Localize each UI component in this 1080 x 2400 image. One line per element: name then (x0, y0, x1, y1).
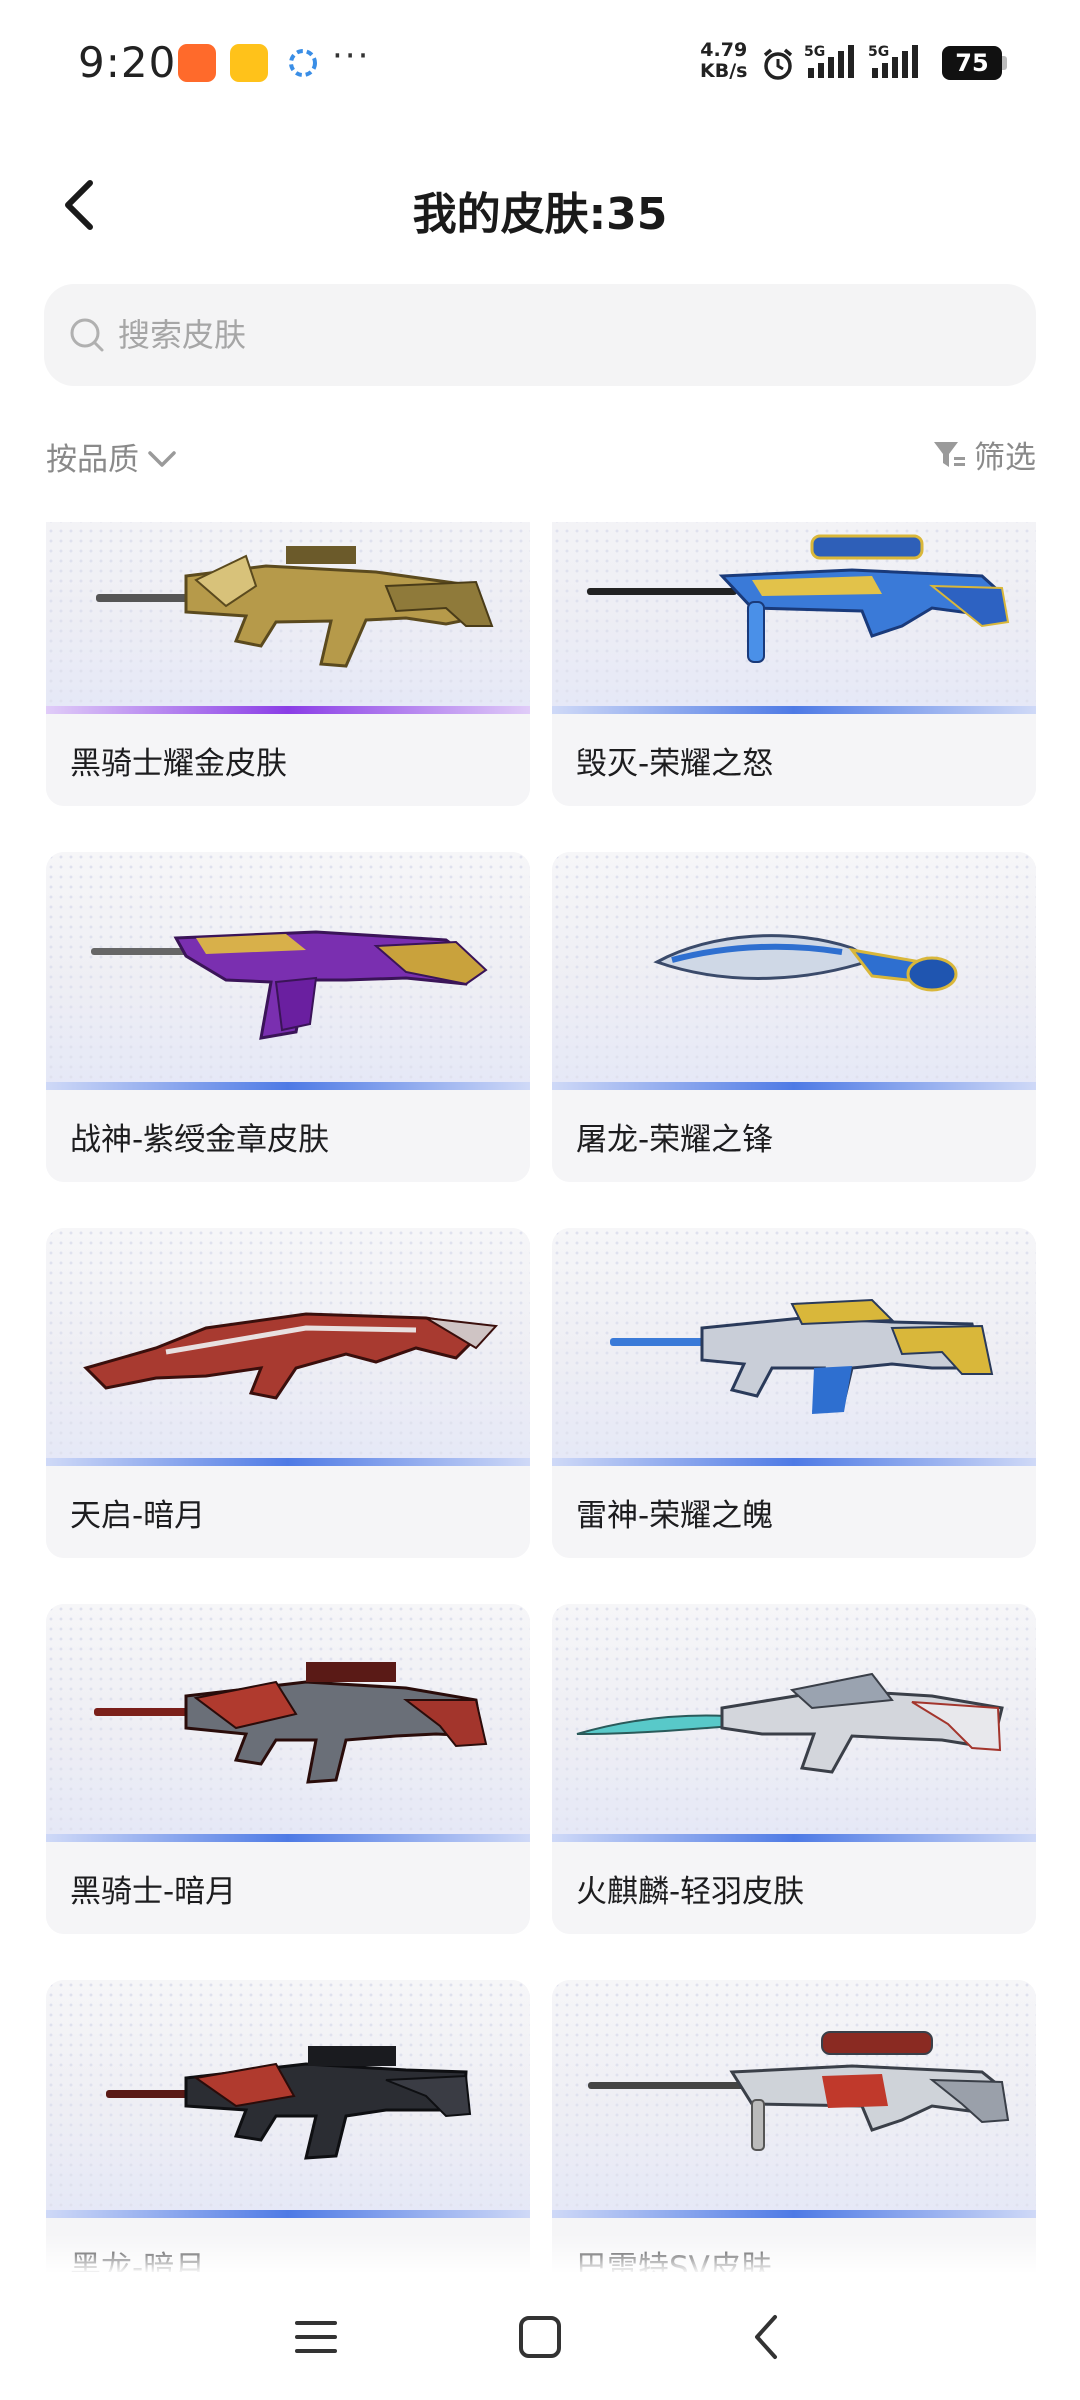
filter-label: 筛选 (974, 440, 1036, 476)
status-bar: 9:20 ··· 4.79 KB/s 5G 5G 75 (0, 0, 1080, 120)
skin-card[interactable]: 天启-暗月 (46, 1228, 530, 1558)
skin-card[interactable]: 毁灭-荣耀之怒 (552, 522, 1036, 806)
skin-image (552, 1980, 1036, 2218)
back-icon (755, 2315, 777, 2359)
status-time: 9:20 (78, 38, 177, 87)
signal-2-label: 5G (868, 44, 889, 60)
battery-tip (1002, 56, 1007, 70)
skin-name: 屠龙-荣耀之锋 (552, 1090, 1036, 1182)
skin-image (46, 1228, 530, 1466)
skin-image (552, 1228, 1036, 1466)
notification-app-icon (178, 44, 216, 82)
skin-card[interactable]: 火麒麟-轻羽皮肤 (552, 1604, 1036, 1934)
grid-bottom-fade (0, 2234, 1080, 2274)
quality-bar-blue (552, 1458, 1036, 1466)
rifle-blue-gold-icon (610, 1298, 994, 1414)
quality-bar-blue (46, 1458, 530, 1466)
battery-icon: 75 (942, 46, 1002, 80)
skin-grid-scroll[interactable]: 黑骑士耀金皮肤 毁灭-荣耀之怒 战神-紫绶金章皮肤 屠龙-荣耀之锋 天启-暗月 … (0, 522, 1080, 2272)
recent-apps-button[interactable] (276, 2302, 356, 2372)
skin-image (46, 1980, 530, 2218)
skin-image (46, 1604, 530, 1842)
network-speed-unit: KB/s (700, 60, 748, 82)
quality-bar-blue (552, 706, 1036, 714)
system-back-button[interactable] (726, 2302, 806, 2372)
rifle-gold-icon (96, 546, 494, 668)
rifle-red-dark-icon (83, 1312, 499, 1400)
home-button[interactable] (500, 2302, 580, 2372)
more-notifications-icon: ··· (332, 36, 371, 76)
skin-card[interactable]: 黑骑士耀金皮肤 (46, 522, 530, 806)
skin-name: 雷神-荣耀之魄 (552, 1466, 1036, 1558)
quality-bar-blue (46, 1082, 530, 1090)
skin-image (552, 1604, 1036, 1842)
skin-grid: 黑骑士耀金皮肤 毁灭-荣耀之怒 战神-紫绶金章皮肤 屠龙-荣耀之锋 天启-暗月 … (46, 522, 1036, 2272)
skin-image (46, 852, 530, 1090)
skin-name: 黑骑士耀金皮肤 (46, 714, 530, 806)
skin-name: 黑骑士-暗月 (46, 1842, 530, 1934)
page-title: 我的皮肤:35 (412, 189, 668, 240)
skin-card[interactable]: 屠龙-荣耀之锋 (552, 852, 1036, 1182)
search-bar[interactable] (44, 284, 1036, 386)
quality-bar-blue (552, 1082, 1036, 1090)
search-input[interactable] (118, 316, 978, 354)
ak-silver-icon (576, 1672, 1004, 1774)
rifle-red-dark-icon (106, 2046, 472, 2160)
skin-image (552, 852, 1036, 1090)
skin-card[interactable]: 战神-紫绶金章皮肤 (46, 852, 530, 1182)
skin-card[interactable]: 雷神-荣耀之魄 (552, 1228, 1036, 1558)
signal-icon: 5G (804, 44, 854, 78)
skin-image (552, 522, 1036, 714)
notification-network-icon (284, 44, 322, 82)
quality-bar-blue (552, 1834, 1036, 1842)
search-icon (70, 318, 104, 352)
ak-purple-gold-icon (91, 930, 488, 1040)
skin-name: 天启-暗月 (46, 1466, 530, 1558)
skin-name: 毁灭-荣耀之怒 (552, 714, 1036, 806)
skin-name: 火麒麟-轻羽皮肤 (552, 1842, 1036, 1934)
sort-label: 按品质 (46, 442, 139, 478)
skin-card[interactable]: 黑龙-暗月 (46, 1980, 530, 2272)
alarm-icon (763, 48, 793, 80)
quality-bar-blue (46, 1834, 530, 1842)
home-icon (519, 2316, 561, 2358)
system-navigation-bar (0, 2272, 1080, 2400)
quality-bar-blue (46, 2210, 530, 2218)
signal-icon: 5G (868, 44, 918, 78)
quality-bar-purple (46, 706, 530, 714)
sniper-blue-gold-icon (587, 534, 1010, 663)
network-speed: 4.79 KB/s (700, 40, 747, 82)
skin-image (46, 522, 530, 714)
knife-blue-gold-icon (653, 934, 958, 992)
menu-icon (295, 2321, 337, 2353)
filter-button[interactable]: 筛选 (932, 432, 1036, 477)
chevron-down-icon (148, 450, 176, 467)
filter-icon (934, 441, 965, 467)
sniper-red-silver-icon (588, 2031, 1010, 2151)
skin-name: 战神-紫绶金章皮肤 (46, 1090, 530, 1182)
rifle-red-dark-icon (94, 1662, 488, 1784)
notification-car-app-icon (230, 44, 268, 82)
quality-bar-blue (552, 2210, 1036, 2218)
skin-card[interactable]: 黑骑士-暗月 (46, 1604, 530, 1934)
network-speed-value: 4.79 (700, 39, 748, 61)
signal-1-label: 5G (804, 44, 825, 60)
sort-by-quality-dropdown[interactable]: 按品质 (46, 434, 177, 479)
skin-card[interactable]: 巴雷特SV皮肤 (552, 1980, 1036, 2272)
